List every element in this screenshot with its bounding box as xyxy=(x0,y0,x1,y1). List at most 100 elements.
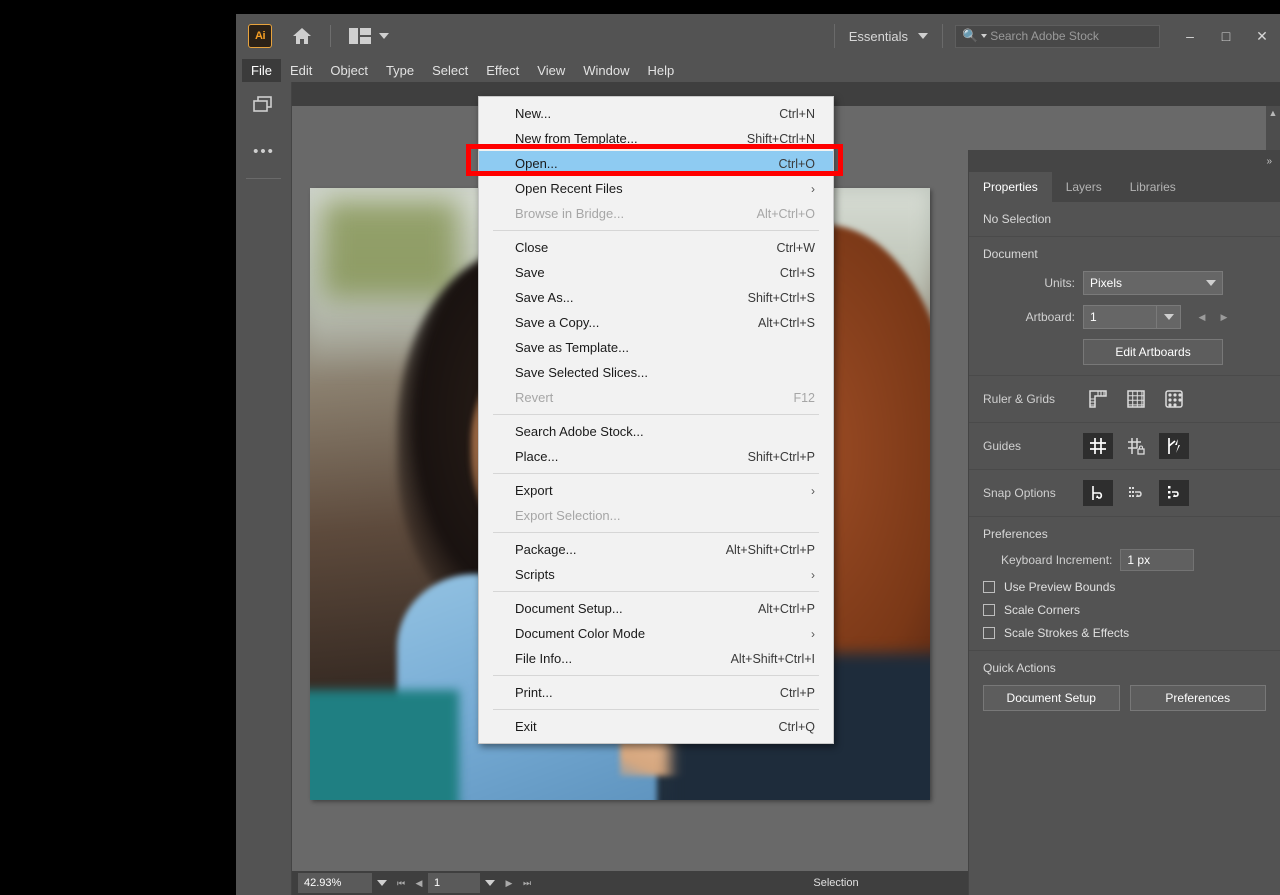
preference-checkbox-row[interactable]: Scale Corners xyxy=(983,603,1266,617)
artboard-dropdown-icon[interactable] xyxy=(480,880,500,886)
preference-checkbox-row[interactable]: Use Preview Bounds xyxy=(983,580,1266,594)
next-artboard-icon[interactable]: ▶ xyxy=(500,871,518,895)
menu-item-select[interactable]: Select xyxy=(423,59,477,82)
menu-item-object[interactable]: Object xyxy=(321,59,377,82)
menu-item-label: Close xyxy=(515,240,776,255)
file-menu-item-open-recent-files[interactable]: Open Recent Files› xyxy=(479,176,833,201)
smart-guides-icon[interactable] xyxy=(1159,433,1189,459)
checkbox-icon[interactable] xyxy=(983,627,995,639)
menu-item-shortcut: Shift+Ctrl+S xyxy=(748,291,815,305)
file-dropdown-menu[interactable]: New...Ctrl+NNew from Template...Shift+Ct… xyxy=(478,96,834,744)
menu-separator xyxy=(493,473,819,474)
menu-item-file[interactable]: File xyxy=(242,59,281,82)
zoom-level-field[interactable]: 42.93% xyxy=(298,873,372,893)
menu-item-label: Document Color Mode xyxy=(515,626,811,641)
file-menu-item-package[interactable]: Package...Alt+Shift+Ctrl+P xyxy=(479,537,833,562)
panel-tab-libraries[interactable]: Libraries xyxy=(1116,172,1190,202)
collapse-panel-icon[interactable]: » xyxy=(969,150,1280,172)
adobe-stock-search[interactable]: 🔍 Search Adobe Stock xyxy=(955,25,1160,48)
file-menu-item-file-info[interactable]: File Info...Alt+Shift+Ctrl+I xyxy=(479,646,833,671)
workspace-label: Essentials xyxy=(849,29,908,44)
close-button[interactable]: ✕ xyxy=(1244,14,1280,58)
menu-separator xyxy=(493,414,819,415)
file-menu-item-save-as[interactable]: Save As...Shift+Ctrl+S xyxy=(479,285,833,310)
workspace-switcher[interactable]: Essentials xyxy=(835,29,942,44)
minimize-button[interactable]: – xyxy=(1172,14,1208,58)
artboard-select-icon[interactable] xyxy=(1157,305,1181,329)
file-menu-item-save-a-copy[interactable]: Save a Copy...Alt+Ctrl+S xyxy=(479,310,833,335)
artboard-next-icon[interactable]: ▶ xyxy=(1213,305,1235,329)
more-tools-label: ••• xyxy=(253,143,275,160)
quick-action-document-setup-button[interactable]: Document Setup xyxy=(983,685,1120,711)
file-menu-item-search-adobe-stock[interactable]: Search Adobe Stock... xyxy=(479,419,833,444)
last-artboard-icon[interactable]: ⏭ xyxy=(518,871,536,895)
file-menu-item-save-selected-slices[interactable]: Save Selected Slices... xyxy=(479,360,833,385)
menu-item-help[interactable]: Help xyxy=(638,59,683,82)
edit-artboards-button[interactable]: Edit Artboards xyxy=(1083,339,1223,365)
menu-item-label: Save a Copy... xyxy=(515,315,758,330)
artboard-input[interactable]: 1 xyxy=(1083,305,1157,329)
artboard-prev-icon[interactable]: ◀ xyxy=(1191,305,1213,329)
file-menu-item-save[interactable]: SaveCtrl+S xyxy=(479,260,833,285)
show-guides-icon[interactable] xyxy=(1083,433,1113,459)
arrange-documents-icon[interactable] xyxy=(236,82,292,128)
file-menu-item-save-as-template[interactable]: Save as Template... xyxy=(479,335,833,360)
preferences-checkbox-list: Use Preview Bounds Scale Corners Scale Str… xyxy=(983,580,1266,640)
menu-item-window[interactable]: Window xyxy=(574,59,638,82)
edit-artboards-row: Edit Artboards xyxy=(983,339,1266,365)
arrange-documents-button[interactable] xyxy=(349,28,389,44)
file-menu-item-print[interactable]: Print...Ctrl+P xyxy=(479,680,833,705)
keyboard-increment-row: Keyboard Increment: 1 px xyxy=(983,549,1266,571)
home-icon[interactable] xyxy=(290,24,314,48)
preference-checkbox-row[interactable]: Scale Strokes & Effects xyxy=(983,626,1266,640)
panel-tab-properties[interactable]: Properties xyxy=(969,172,1052,202)
lock-guides-icon[interactable] xyxy=(1121,433,1151,459)
snap-to-pixel-icon[interactable] xyxy=(1159,480,1189,506)
file-menu-item-exit[interactable]: ExitCtrl+Q xyxy=(479,714,833,739)
file-menu-item-document-setup[interactable]: Document Setup...Alt+Ctrl+P xyxy=(479,596,833,621)
show-rulers-icon[interactable] xyxy=(1083,386,1113,412)
quick-actions-section: Quick Actions Document SetupPreferences xyxy=(969,650,1280,721)
zoom-dropdown-icon[interactable] xyxy=(372,880,392,886)
checkbox-icon[interactable] xyxy=(983,581,995,593)
document-section: Document Units: Pixels Artboard: 1 ◀ ▶ xyxy=(969,237,1280,376)
keyboard-increment-field[interactable]: 1 px xyxy=(1120,549,1194,571)
artboard-number-field[interactable]: 1 xyxy=(428,873,480,893)
snap-to-grid-icon[interactable] xyxy=(1121,480,1151,506)
first-artboard-icon[interactable]: ⏮ xyxy=(392,871,410,895)
menu-item-view[interactable]: View xyxy=(528,59,574,82)
preferences-title: Preferences xyxy=(983,527,1266,541)
menu-item-shortcut: Ctrl+P xyxy=(780,686,815,700)
selection-status-label: No Selection xyxy=(983,212,1051,226)
file-menu-item-export[interactable]: Export› xyxy=(479,478,833,503)
file-menu-item-scripts[interactable]: Scripts› xyxy=(479,562,833,587)
file-menu-item-place[interactable]: Place...Shift+Ctrl+P xyxy=(479,444,833,469)
menu-item-edit[interactable]: Edit xyxy=(281,59,321,82)
menu-item-label: Export Selection... xyxy=(515,508,815,523)
checkbox-icon[interactable] xyxy=(983,604,995,616)
scroll-up-icon[interactable]: ▲ xyxy=(1266,106,1280,120)
snap-to-point-icon[interactable] xyxy=(1083,480,1113,506)
show-grid-icon[interactable] xyxy=(1121,386,1151,412)
units-select[interactable]: Pixels xyxy=(1083,271,1223,295)
chevron-down-icon xyxy=(981,34,987,38)
menu-item-label: Place... xyxy=(515,449,748,464)
file-menu-item-new[interactable]: New...Ctrl+N xyxy=(479,101,833,126)
keyboard-increment-label: Keyboard Increment: xyxy=(1001,553,1112,567)
menu-item-shortcut: Alt+Ctrl+P xyxy=(758,602,815,616)
file-menu-item-document-color-mode[interactable]: Document Color Mode› xyxy=(479,621,833,646)
preference-checkbox-label: Use Preview Bounds xyxy=(1004,580,1115,594)
maximize-button[interactable]: □ xyxy=(1208,14,1244,58)
menu-item-effect[interactable]: Effect xyxy=(477,59,528,82)
menu-item-label: File Info... xyxy=(515,651,731,666)
more-tools-icon[interactable]: ••• xyxy=(236,128,292,174)
file-menu-item-new-from-template[interactable]: New from Template...Shift+Ctrl+N xyxy=(479,126,833,151)
file-menu-item-close[interactable]: CloseCtrl+W xyxy=(479,235,833,260)
file-menu-item-open[interactable]: Open...Ctrl+O xyxy=(479,151,833,176)
previous-artboard-icon[interactable]: ◀ xyxy=(410,871,428,895)
show-transparency-grid-icon[interactable] xyxy=(1159,386,1189,412)
units-value: Pixels xyxy=(1090,276,1122,290)
panel-tab-layers[interactable]: Layers xyxy=(1052,172,1116,202)
menu-item-type[interactable]: Type xyxy=(377,59,423,82)
quick-action-preferences-button[interactable]: Preferences xyxy=(1130,685,1267,711)
